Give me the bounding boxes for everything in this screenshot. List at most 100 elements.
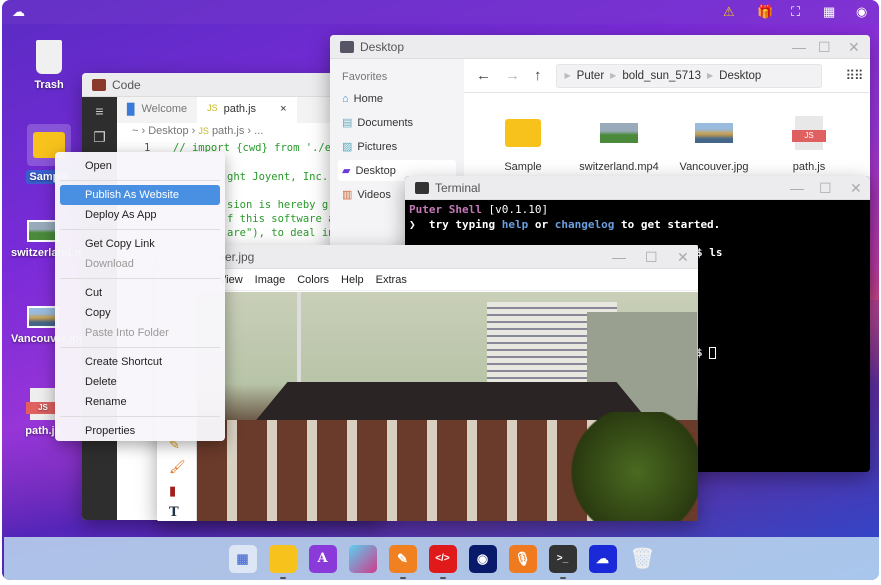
menu-item-paste-into-folder: Paste Into Folder — [85, 327, 169, 339]
file-item-path-js[interactable]: JS path.js — [764, 115, 854, 173]
files-icon[interactable]: ❐ — [82, 129, 117, 146]
cursor — [709, 347, 717, 359]
terminal-icon — [415, 181, 429, 194]
terminal-command: $ ls — [696, 246, 723, 259]
menu-item-copy[interactable]: Copy — [60, 303, 220, 323]
folder-icon — [505, 119, 541, 147]
terminal-prompt[interactable]: $ — [696, 346, 717, 359]
menu-item-delete[interactable]: Delete — [60, 372, 220, 392]
js-file-icon: JS — [26, 388, 60, 420]
tab-path-js[interactable]: JS path.js × — [197, 97, 297, 123]
code-line[interactable]: sion is hereby gra — [227, 199, 341, 211]
up-icon[interactable]: ↑ — [534, 67, 542, 84]
menu-extras[interactable]: Extras — [376, 274, 407, 286]
close-tab-icon[interactable]: × — [280, 103, 286, 117]
sidebar-item-pictures[interactable]: ▨ Pictures — [338, 136, 456, 157]
close-button[interactable]: ✕ — [850, 180, 862, 197]
menu-item-open[interactable]: Open — [60, 156, 220, 176]
js-file-icon: JS — [792, 116, 826, 150]
menu-item-deploy-as-app[interactable]: Deploy As App — [60, 205, 220, 225]
pictures-icon: ▨ — [342, 141, 353, 153]
documents-icon: ▤ — [342, 117, 353, 129]
close-button[interactable]: ✕ — [848, 39, 860, 56]
minimize-button[interactable]: — — [792, 39, 806, 55]
minimize-button[interactable]: — — [612, 249, 626, 265]
trash-dock-icon[interactable]: 🗑 — [629, 545, 657, 573]
menu-item-rename[interactable]: Rename — [60, 392, 220, 412]
back-icon[interactable]: ← — [476, 67, 491, 84]
maximize-button[interactable]: ☐ — [818, 39, 831, 56]
menu-separator — [60, 416, 220, 417]
text-tool-icon[interactable]: T — [169, 505, 179, 520]
warning-icon[interactable]: ⚠ — [723, 4, 735, 20]
tab-welcome[interactable]: ▉ Welcome — [117, 97, 197, 123]
airbrush-tool-icon[interactable]: ▮ — [169, 483, 176, 499]
image-thumbnail-icon — [695, 123, 733, 143]
code-editor-app-icon[interactable]: </> — [428, 544, 457, 579]
breadcrumb: ~ › Desktop › JS path.js › ... — [132, 125, 264, 137]
explorer-titlebar[interactable]: Desktop — [330, 35, 870, 59]
folder-window-icon — [340, 40, 354, 53]
video-thumbnail-icon — [600, 123, 638, 143]
terminal-hint: ❯ try typing help or changelog to get st… — [409, 218, 721, 231]
menu-help[interactable]: Help — [341, 274, 364, 286]
menu-item-publish-as-website[interactable]: Publish As Website — [60, 185, 220, 205]
dock: ▦ A ✎ </> ◉ 🎙 >_ ☁ 🗑 — [4, 537, 879, 580]
path-bar: ▶ Puter ▶ bold_sun_5713 ▶ Desktop — [555, 63, 822, 88]
camera-app-icon[interactable]: ◉ — [468, 544, 497, 573]
menu-item-create-shortcut[interactable]: Create Shortcut — [60, 352, 220, 372]
home-icon: ⌂ — [342, 93, 349, 105]
paint-app-icon[interactable]: ✎ — [388, 544, 417, 579]
welcome-icon: ▉ — [127, 104, 136, 116]
code-line[interactable]: are"), to deal in — [227, 227, 341, 239]
desktop: ☁ ⚠ 🎁 ⛶ ▦ ◉ Trash Sample switzerland.mp4… — [2, 0, 879, 580]
puter-logo-icon[interactable]: ☁ — [12, 4, 25, 20]
file-item-vancouver[interactable]: Vancouver.jpg — [669, 115, 759, 173]
close-button[interactable]: ✕ — [677, 249, 689, 266]
menu-item-download: Download — [85, 258, 134, 270]
puter-app-icon[interactable]: ☁ — [588, 544, 617, 573]
menu-image[interactable]: Image — [255, 274, 286, 286]
menu-separator — [60, 229, 220, 230]
code-line[interactable]: ght Joyent, Inc. a — [227, 171, 341, 183]
menu-colors[interactable]: Colors — [297, 274, 329, 286]
top-bar: ☁ ⚠ 🎁 ⛶ ▦ ◉ — [2, 0, 879, 24]
maximize-button[interactable]: ☐ — [819, 180, 832, 197]
menu-icon[interactable]: ≡ — [82, 103, 117, 119]
terminal-app-icon[interactable]: >_ — [548, 544, 577, 579]
maximize-button[interactable]: ☐ — [645, 249, 658, 266]
vancouver-photo — [197, 292, 698, 521]
font-app-icon[interactable]: A — [308, 544, 337, 573]
menu-separator — [60, 278, 220, 279]
explorer-toolbar: ← → ↑ ▶ Puter ▶ bold_sun_5713 ▶ Desktop ⠿⠿ — [464, 59, 870, 93]
trash-icon — [36, 40, 62, 74]
blocks-game-icon[interactable] — [348, 544, 377, 573]
forward-icon[interactable]: → — [505, 67, 520, 84]
minimize-button[interactable]: — — [790, 180, 804, 196]
menu-item-get-copy-link[interactable]: Get Copy Link — [60, 234, 220, 254]
fullscreen-icon[interactable]: ⛶ — [791, 4, 800, 20]
user-icon[interactable]: ◉ — [856, 4, 867, 20]
file-item-sample[interactable]: Sample — [478, 115, 568, 173]
menu-separator — [60, 347, 220, 348]
desktop-item-trash[interactable]: Trash — [14, 40, 84, 92]
menu-item-properties[interactable]: Properties — [60, 421, 220, 441]
desktop-icon: ▰ — [342, 165, 351, 177]
gift-icon[interactable]: 🎁 — [757, 4, 773, 20]
terminal-banner: Puter Shell [v0.1.10] — [409, 203, 549, 216]
image-editor-window: ver.jpg — ☐ ✕ View Image Colors Help Extras … — [157, 245, 698, 521]
recorder-app-icon[interactable]: 🎙 — [508, 544, 537, 573]
sidebar-item-home[interactable]: ⌂ Home — [338, 89, 456, 109]
files-app-icon[interactable] — [268, 544, 297, 579]
context-menu: Open Publish As Website Deploy As App Get C… — [55, 152, 225, 441]
viewer-menubar: View Image Colors Help Extras — [157, 269, 698, 291]
app-launcher-icon[interactable]: ▦ — [228, 544, 257, 573]
brush-tool-icon[interactable]: 🖌 — [169, 459, 186, 475]
videos-icon: ▥ — [342, 189, 353, 201]
sidebar-item-documents[interactable]: ▤ Documents — [338, 112, 456, 133]
code-app-icon — [92, 78, 106, 91]
file-item-switzerland[interactable]: switzerland.mp4 — [574, 115, 664, 173]
grid-view-icon[interactable]: ⠿⠿ — [846, 68, 864, 84]
qr-code-icon[interactable]: ▦ — [823, 4, 835, 20]
menu-item-cut[interactable]: Cut — [60, 283, 220, 303]
